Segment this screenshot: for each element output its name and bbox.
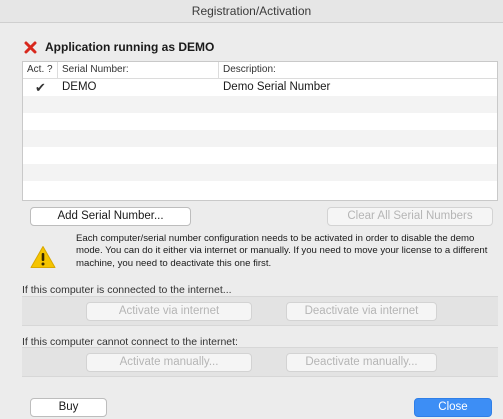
deactivate-via-internet-button[interactable]: Deactivate via internet [286, 302, 437, 321]
deactivate-manually-button[interactable]: Deactivate manually... [286, 353, 437, 372]
clear-all-serial-numbers-button[interactable]: Clear All Serial Numbers [327, 207, 493, 226]
table-header: Act. ? Serial Number: Description: [23, 62, 497, 79]
demo-status-text: Application running as DEMO [45, 40, 215, 54]
empty-row [23, 113, 497, 130]
activation-info: Each computer/serial number configuratio… [30, 233, 498, 270]
serial-table[interactable]: Act. ? Serial Number: Description: ✔ DEM… [22, 61, 498, 201]
demo-status: Application running as DEMO [22, 39, 214, 55]
empty-row [23, 164, 497, 181]
close-button[interactable]: Close [414, 398, 492, 417]
warning-icon [30, 245, 56, 269]
add-serial-number-button[interactable]: Add Serial Number... [30, 207, 191, 226]
activate-via-internet-button[interactable]: Activate via internet [86, 302, 252, 321]
activate-manually-button[interactable]: Activate manually... [86, 353, 252, 372]
empty-row [23, 181, 497, 198]
buy-button[interactable]: Buy [30, 398, 107, 417]
empty-row [23, 96, 497, 113]
activation-info-text: Each computer/serial number configuratio… [76, 233, 488, 269]
header-act[interactable]: Act. ? [23, 62, 58, 78]
red-x-icon [22, 39, 38, 55]
empty-row [23, 130, 497, 147]
registration-window: Registration/Activation Application runn… [0, 0, 503, 419]
description-cell: Demo Serial Number [223, 81, 331, 93]
empty-row [23, 147, 497, 164]
header-description[interactable]: Description: [219, 62, 497, 78]
checkmark-icon: ✔ [35, 80, 46, 95]
internet-section-label: If this computer is connected to the int… [22, 284, 232, 296]
window-title: Registration/Activation [0, 0, 503, 23]
table-row[interactable]: ✔ DEMO Demo Serial Number [23, 79, 497, 96]
serial-cell: DEMO [62, 81, 97, 93]
header-serial-number[interactable]: Serial Number: [58, 62, 219, 78]
